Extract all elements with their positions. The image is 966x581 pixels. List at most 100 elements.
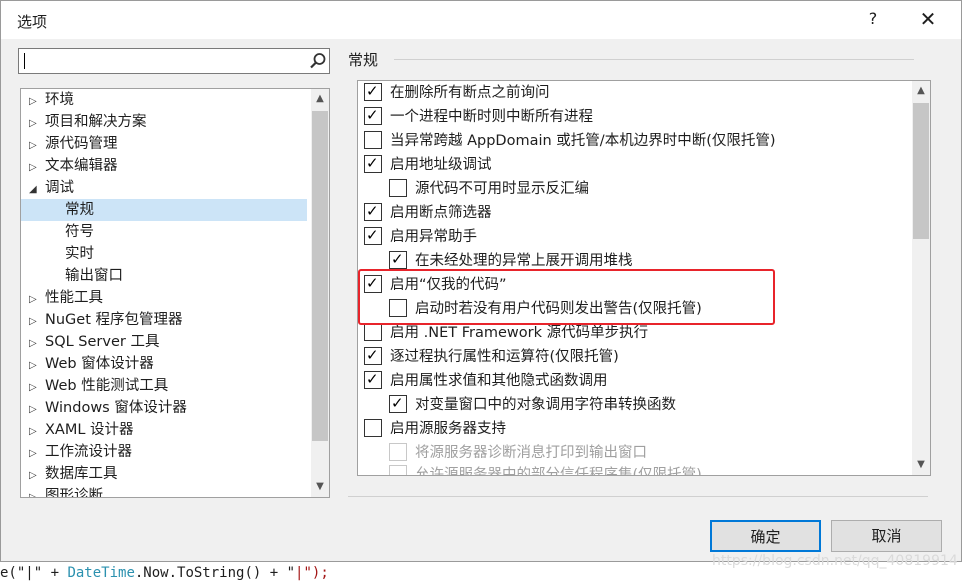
annotation-highlight-box xyxy=(358,269,775,325)
checkbox[interactable]: ✓ xyxy=(364,106,382,125)
checkbox[interactable] xyxy=(364,323,382,341)
tree-item-label: SQL Server 工具 xyxy=(45,334,160,350)
tree-item-debugging[interactable]: ◢ 调试 xyxy=(29,177,74,199)
tree-item-source-control[interactable]: ▷ 源代码管理 xyxy=(29,133,118,155)
scroll-down-icon[interactable]: ▼ xyxy=(311,477,329,497)
scroll-up-icon[interactable]: ▲ xyxy=(311,89,329,109)
expand-arrow-icon[interactable]: ▷ xyxy=(29,377,45,399)
expand-arrow-icon[interactable]: ▷ xyxy=(29,311,45,333)
cancel-button[interactable]: 取消 xyxy=(831,520,942,552)
expand-arrow-icon[interactable]: ▷ xyxy=(29,157,45,179)
checkbox[interactable]: ✓ xyxy=(389,250,407,269)
option-label: 对变量窗口中的对象调用字符串转换函数 xyxy=(415,397,676,413)
tree-item-label: 输出窗口 xyxy=(65,268,123,284)
tree-item-environment[interactable]: ▷ 环境 xyxy=(29,89,74,111)
tree-item-database-tools[interactable]: ▷ 数据库工具 xyxy=(29,463,118,485)
tree-item-workflow[interactable]: ▷ 工作流设计器 xyxy=(29,441,132,463)
checkbox-disabled xyxy=(389,465,407,475)
checkbox[interactable]: ✓ xyxy=(364,202,382,221)
option-label: 源代码不可用时显示反汇编 xyxy=(415,181,589,197)
checkmark-icon: ✓ xyxy=(366,202,379,220)
tree-item-web-perf[interactable]: ▷ Web 性能测试工具 xyxy=(29,375,168,397)
scroll-up-icon[interactable]: ▲ xyxy=(912,81,930,101)
tree-item-windows-forms[interactable]: ▷ Windows 窗体设计器 xyxy=(29,397,187,419)
tree-scrollbar[interactable]: ▲ ▼ xyxy=(311,89,329,497)
expand-arrow-icon[interactable]: ▷ xyxy=(29,465,45,487)
tree-item-label: Web 窗体设计器 xyxy=(45,356,154,372)
tree-item-text-editor[interactable]: ▷ 文本编辑器 xyxy=(29,155,118,177)
checkmark-icon: ✓ xyxy=(366,370,379,388)
option-label: 当异常跨越 AppDomain 或托管/本机边界时中断(仅限托管) xyxy=(390,133,776,149)
tree-item-sql-server[interactable]: ▷ SQL Server 工具 xyxy=(29,331,159,353)
checkmark-icon: ✓ xyxy=(366,82,379,100)
tree-item-label: 源代码管理 xyxy=(45,136,118,152)
checkbox[interactable] xyxy=(389,179,407,197)
checkbox[interactable]: ✓ xyxy=(389,394,407,413)
expand-arrow-icon[interactable]: ▷ xyxy=(29,91,45,113)
expand-arrow-icon[interactable]: ▷ xyxy=(29,355,45,377)
checkmark-icon: ✓ xyxy=(391,250,404,268)
expand-arrow-icon[interactable]: ▷ xyxy=(29,421,45,443)
checkmark-icon: ✓ xyxy=(366,346,379,364)
close-button[interactable]: ✕ xyxy=(916,7,940,33)
tree-item-output-window[interactable]: 输出窗口 xyxy=(65,265,123,287)
tree-item-label: XAML 设计器 xyxy=(45,422,134,438)
checkmark-icon: ✓ xyxy=(391,394,404,412)
section-divider xyxy=(394,59,914,60)
dialog-title: 选项 xyxy=(17,13,48,31)
tree-item-label: 实时 xyxy=(65,246,94,262)
tree-item-label: 环境 xyxy=(45,92,74,108)
checkbox[interactable]: ✓ xyxy=(364,82,382,101)
expand-arrow-icon[interactable]: ▷ xyxy=(29,487,45,497)
checkmark-icon: ✓ xyxy=(366,154,379,172)
tree-item-label: NuGet 程序包管理器 xyxy=(45,312,183,328)
tree-item-label: 文本编辑器 xyxy=(45,158,118,174)
scroll-down-icon[interactable]: ▼ xyxy=(912,455,930,475)
option-label: 启用属性求值和其他隐式函数调用 xyxy=(390,373,608,389)
tree-item-label: 调试 xyxy=(45,180,74,196)
scrollbar-thumb[interactable] xyxy=(312,111,328,441)
tree-item-web-forms[interactable]: ▷ Web 窗体设计器 xyxy=(29,353,154,375)
tree-item-xaml[interactable]: ▷ XAML 设计器 xyxy=(29,419,134,441)
tree-item-label: 工作流设计器 xyxy=(45,444,132,460)
expand-arrow-icon[interactable]: ▷ xyxy=(29,113,45,135)
tree-item-nuget[interactable]: ▷ NuGet 程序包管理器 xyxy=(29,309,183,331)
expand-arrow-icon[interactable]: ▷ xyxy=(29,443,45,465)
tree-item-label: 性能工具 xyxy=(45,290,103,306)
checkbox[interactable]: ✓ xyxy=(364,226,382,245)
tree-item-general[interactable]: 常规 xyxy=(21,199,307,221)
expand-arrow-icon[interactable]: ▷ xyxy=(29,333,45,355)
checkbox[interactable]: ✓ xyxy=(364,154,382,173)
checkbox[interactable]: ✓ xyxy=(364,346,382,365)
tree-item-graphics-diagnostics[interactable]: ▷ 图形诊断 xyxy=(29,485,103,497)
options-tree[interactable]: ▷ 环境 ▷ 项目和解决方案 ▷ 源代码管理 ▷ 文本编辑器 ◢ 调试 常规 符号 实时 … xyxy=(20,88,330,498)
checkbox[interactable]: ✓ xyxy=(364,370,382,389)
option-label: 启用异常助手 xyxy=(390,229,477,245)
section-title: 常规 xyxy=(348,51,379,69)
tree-item-symbols[interactable]: 符号 xyxy=(65,221,94,243)
bg-code-line: e("|" + DateTime.Now.ToString() + "|"); xyxy=(0,565,329,581)
checkbox-disabled xyxy=(389,443,407,461)
tree-item-performance-tools[interactable]: ▷ 性能工具 xyxy=(29,287,103,309)
tree-item-projects[interactable]: ▷ 项目和解决方案 xyxy=(29,111,147,133)
tree-item-label: Web 性能测试工具 xyxy=(45,378,169,394)
scrollbar-thumb[interactable] xyxy=(913,103,929,239)
title-bar: 选项 ? ✕ xyxy=(1,1,961,39)
collapse-arrow-icon[interactable]: ◢ xyxy=(29,179,45,201)
option-label: 将源服务器诊断消息打印到输出窗口 xyxy=(415,445,647,461)
tree-item-label: Windows 窗体设计器 xyxy=(45,400,187,416)
expand-arrow-icon[interactable]: ▷ xyxy=(29,135,45,157)
search-icon[interactable] xyxy=(309,52,327,70)
tree-item-just-in-time[interactable]: 实时 xyxy=(65,243,94,265)
option-label: 逐过程执行属性和运算符(仅限托管) xyxy=(390,349,619,365)
ok-button[interactable]: 确定 xyxy=(710,520,821,552)
checkbox[interactable] xyxy=(364,419,382,437)
expand-arrow-icon[interactable]: ▷ xyxy=(29,399,45,421)
options-scrollbar[interactable]: ▲ ▼ xyxy=(912,81,930,475)
text-caret xyxy=(24,53,25,69)
checkmark-icon: ✓ xyxy=(366,106,379,124)
expand-arrow-icon[interactable]: ▷ xyxy=(29,289,45,311)
help-button[interactable]: ? xyxy=(863,9,883,31)
checkbox[interactable] xyxy=(364,131,382,149)
search-input[interactable] xyxy=(18,48,330,74)
